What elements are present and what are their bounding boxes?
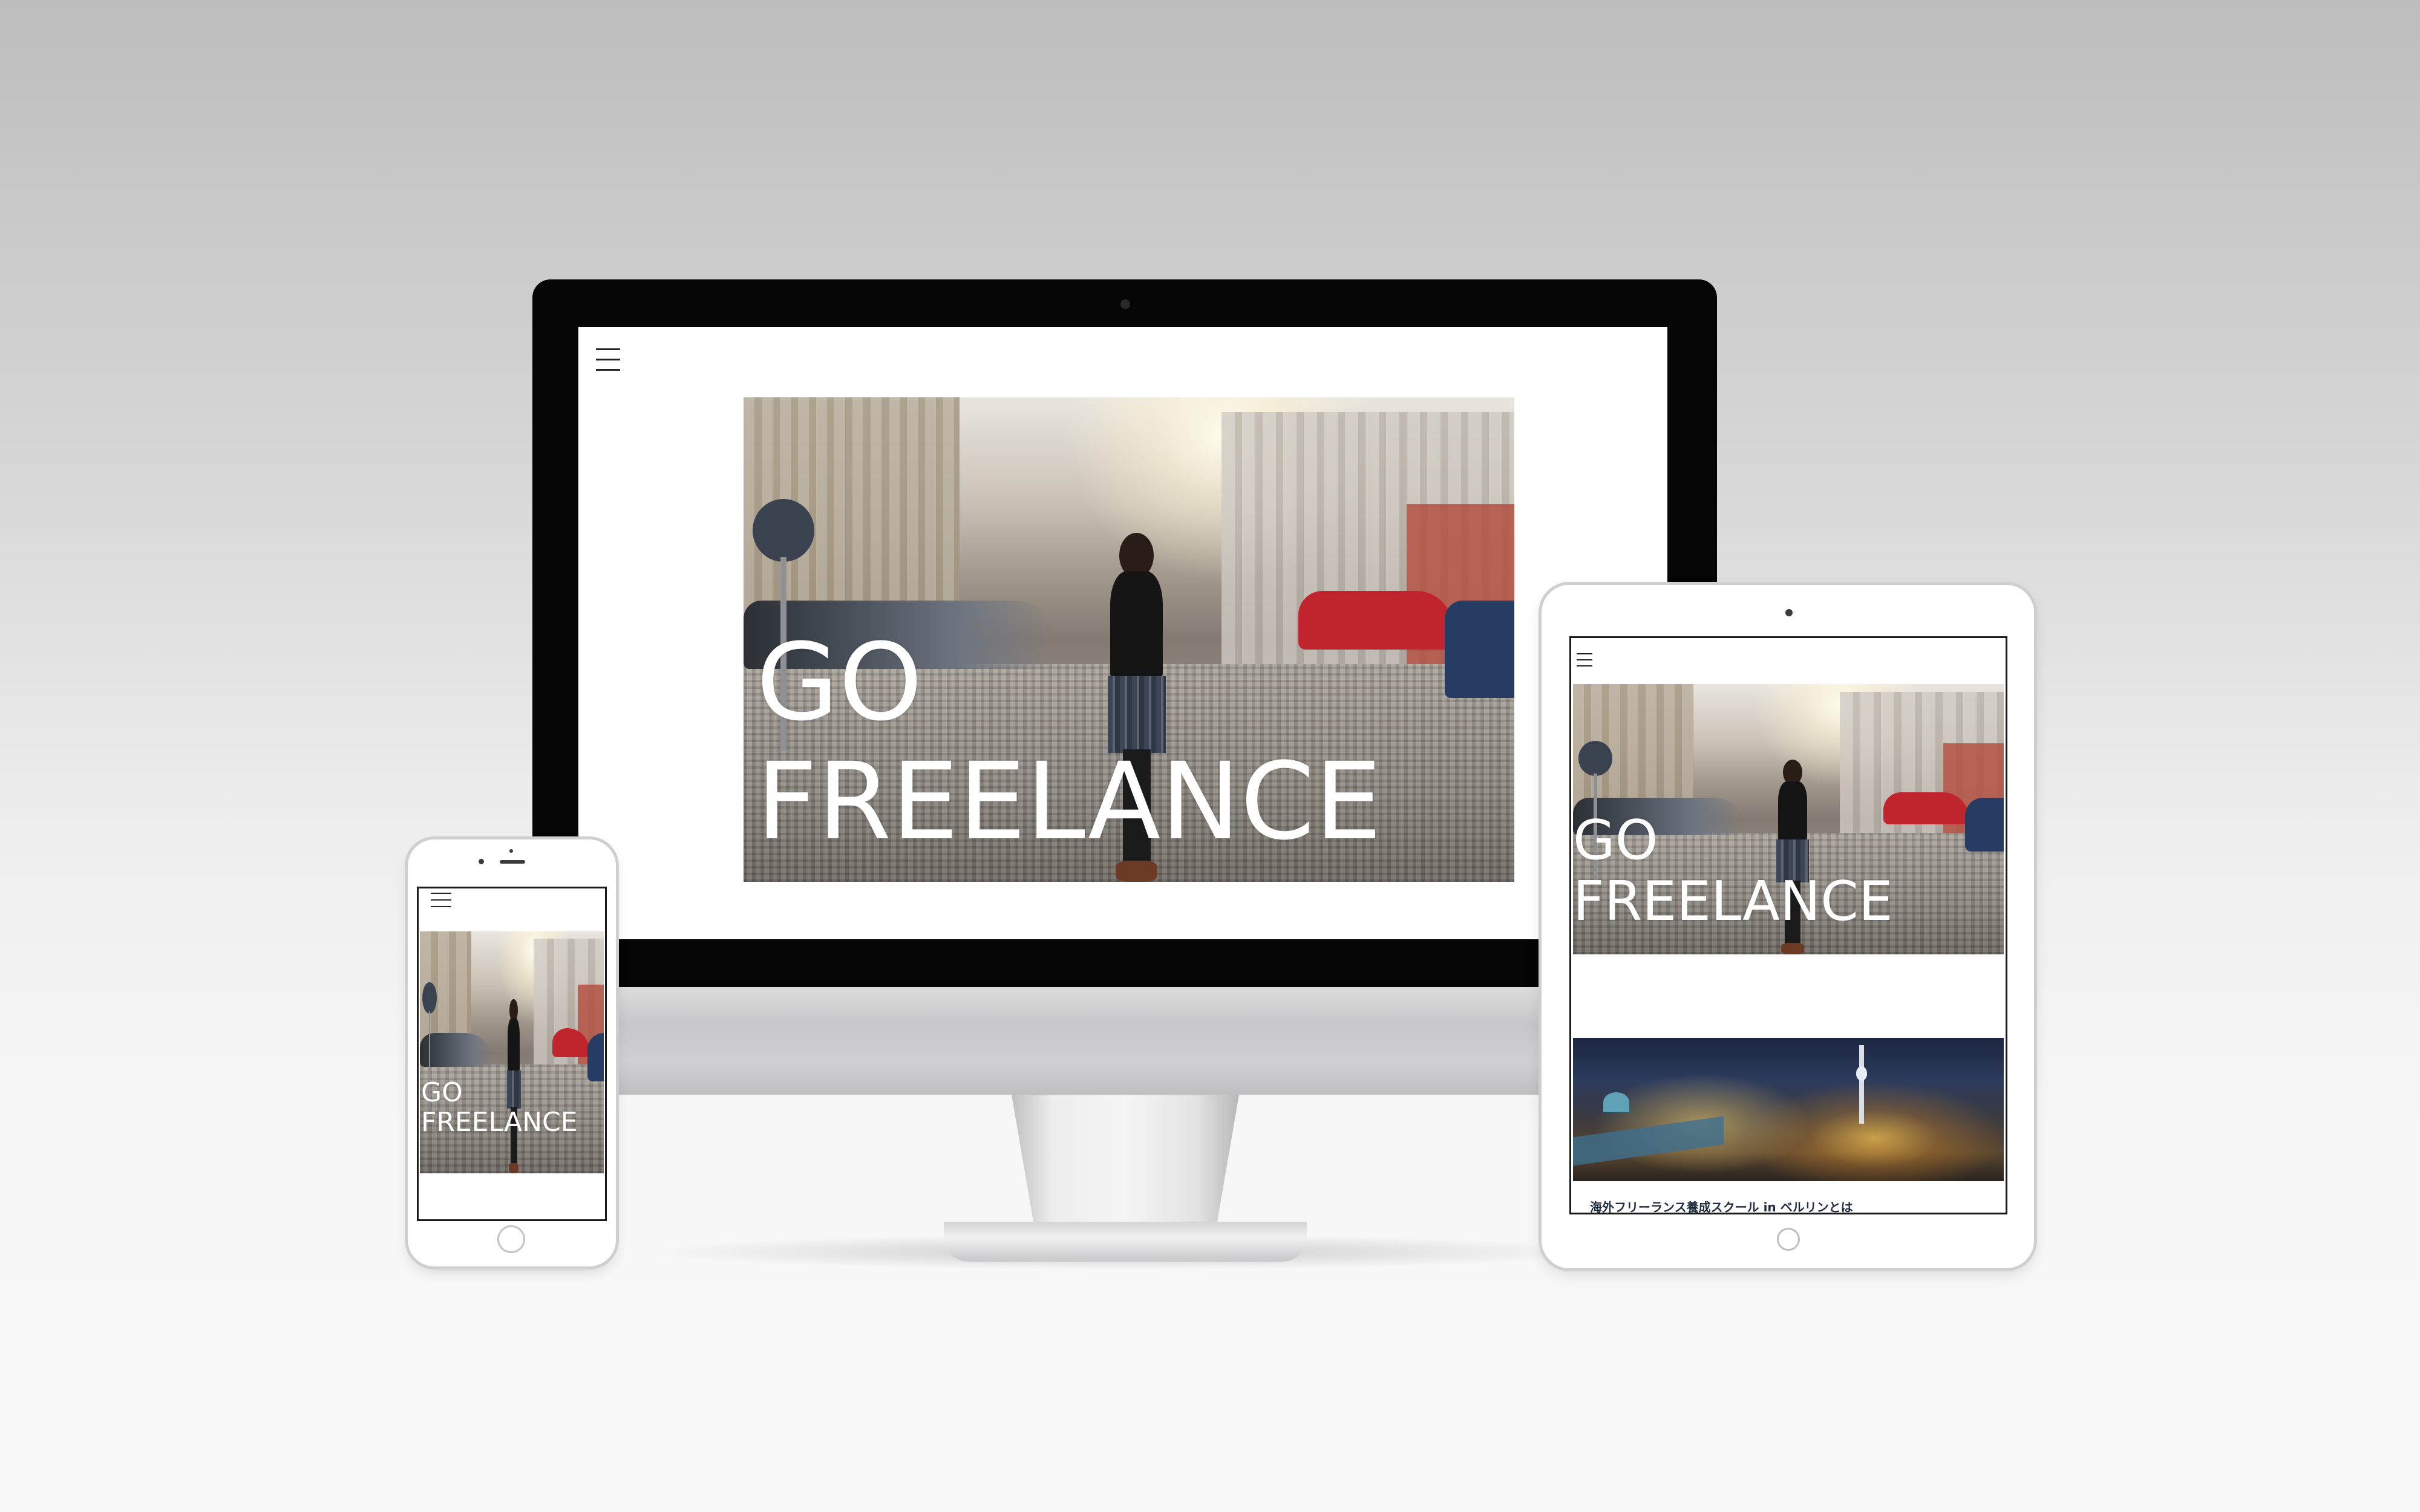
- hero-heading: GO FREELANCE: [756, 621, 1382, 864]
- desktop-monitor-stand: [1012, 1095, 1239, 1222]
- article-title-link[interactable]: 海外フリーランス養成スクール in ベルリンとは: [1590, 1198, 1853, 1215]
- speaker-grille: [500, 860, 525, 864]
- hamburger-menu-icon[interactable]: [596, 348, 620, 371]
- camera-icon: [1785, 609, 1793, 616]
- desktop-monitor-chin: [532, 987, 1717, 1095]
- article-thumbnail-city-photo[interactable]: [1573, 1038, 2004, 1181]
- camera-icon: [479, 859, 484, 864]
- home-button-icon[interactable]: [1777, 1228, 1800, 1251]
- hero-heading: GO FREELANCE: [421, 1077, 578, 1138]
- desktop-monitor-base: [944, 1222, 1307, 1262]
- hero-heading: GO FREELANCE: [1573, 809, 1893, 933]
- camera-icon: [1120, 299, 1130, 309]
- home-button-icon[interactable]: [497, 1225, 525, 1253]
- hamburger-menu-icon[interactable]: [1577, 653, 1592, 666]
- hamburger-menu-icon[interactable]: [431, 893, 451, 911]
- sensor-icon: [509, 849, 513, 853]
